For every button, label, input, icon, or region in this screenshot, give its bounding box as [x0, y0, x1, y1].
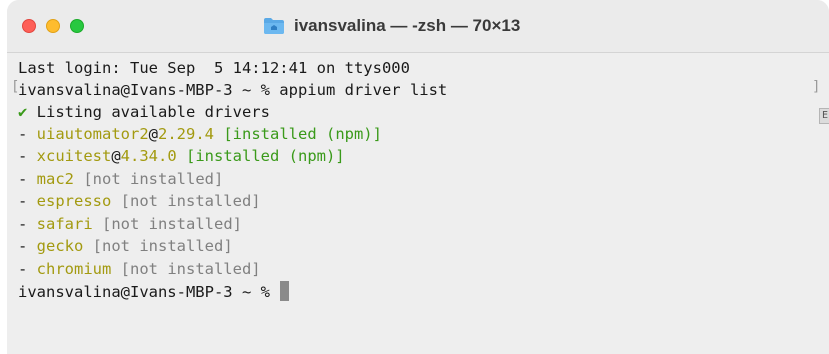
last-login-line: Last login: Tue Sep 5 14:12:41 on ttys00… — [18, 59, 410, 77]
listing-text: Listing available drivers — [27, 103, 270, 121]
driver-name: espresso — [36, 192, 112, 210]
final-prompt-line[interactable]: ivansvalina@Ivans-MBP-3 ~ % — [18, 281, 290, 303]
terminal-content[interactable]: E [ ] Last login: Tue Sep 5 14:12:41 on … — [7, 53, 829, 354]
driver-status: [installed (npm)] — [176, 147, 345, 165]
driver-line: - xcuitest@4.34.0 [installed (npm)] — [18, 145, 345, 167]
driver-dash: - — [18, 125, 37, 143]
driver-line: - espresso [not installed] — [18, 190, 261, 212]
driver-dash: - — [18, 192, 37, 210]
driver-version: 2.29.4 — [158, 125, 214, 143]
driver-dash: - — [18, 237, 37, 255]
listing-line: ✔ Listing available drivers — [18, 101, 270, 123]
title-bar[interactable]: ivansvalina — -zsh — 70×13 — [7, 0, 829, 53]
driver-name: chromium — [36, 260, 112, 278]
driver-line: - gecko [not installed] — [18, 235, 233, 257]
folder-icon — [263, 17, 285, 35]
command-text: appium driver list — [279, 81, 448, 99]
driver-at: @ — [148, 125, 158, 143]
zoom-button[interactable] — [70, 19, 84, 33]
driver-name: gecko — [36, 237, 84, 255]
driver-name: xcuitest — [36, 147, 112, 165]
driver-dash: - — [18, 147, 37, 165]
driver-status: [not installed] — [111, 260, 261, 278]
terminal-window: ivansvalina — -zsh — 70×13 E [ ] Last lo… — [7, 0, 829, 354]
driver-status: [installed (npm)] — [214, 125, 382, 143]
driver-status: [not installed] — [92, 215, 242, 233]
marks-indicator: E — [819, 108, 829, 124]
driver-line: - uiautomator2@2.29.4 [installed (npm)] — [18, 123, 382, 145]
driver-line: - mac2 [not installed] — [18, 168, 223, 190]
prompt: ivansvalina@Ivans-MBP-3 ~ % — [18, 283, 280, 301]
driver-at: @ — [111, 147, 121, 165]
driver-line: - chromium [not installed] — [18, 258, 261, 280]
driver-dash: - — [18, 170, 37, 188]
driver-name: safari — [36, 215, 93, 233]
command-line: ivansvalina@Ivans-MBP-3 ~ % appium drive… — [18, 79, 447, 101]
driver-status: [not installed] — [74, 170, 224, 188]
window-title-text: ivansvalina — -zsh — 70×13 — [294, 16, 521, 35]
driver-dash: - — [18, 260, 37, 278]
driver-status: [not installed] — [83, 237, 233, 255]
minimize-button[interactable] — [46, 19, 60, 33]
mark-bracket-right: ] — [812, 79, 821, 95]
prompt: ivansvalina@Ivans-MBP-3 ~ % — [18, 81, 280, 99]
driver-status: [not installed] — [111, 192, 261, 210]
text-cursor — [280, 281, 290, 301]
driver-name: uiautomator2 — [36, 125, 149, 143]
close-button[interactable] — [22, 19, 36, 33]
driver-name: mac2 — [36, 170, 74, 188]
checkmark-icon: ✔ — [18, 103, 28, 121]
window-title: ivansvalina — -zsh — 70×13 — [263, 13, 520, 39]
driver-version: 4.34.0 — [120, 147, 177, 165]
driver-dash: - — [18, 215, 37, 233]
driver-line: - safari [not installed] — [18, 213, 242, 235]
